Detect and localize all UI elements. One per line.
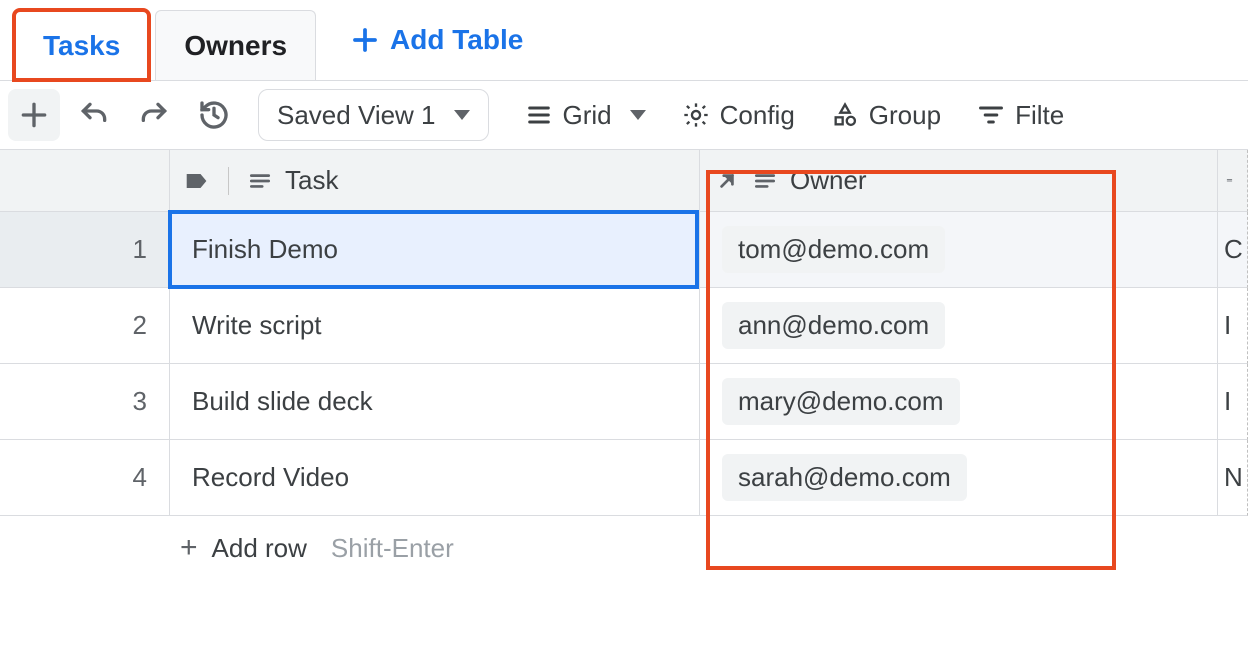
cell-task[interactable]: Build slide deck xyxy=(170,364,700,440)
gear-icon xyxy=(682,101,710,129)
list-icon xyxy=(525,101,553,129)
tab-owners-label: Owners xyxy=(184,30,287,62)
text-icon xyxy=(247,168,273,194)
arrow-out-icon xyxy=(714,168,740,194)
cell-trail[interactable]: C xyxy=(1218,212,1248,288)
filter-button[interactable]: Filte xyxy=(963,89,1078,141)
add-table-label: Add Table xyxy=(390,24,523,56)
group-button[interactable]: Group xyxy=(817,89,955,141)
row-number[interactable]: 1 xyxy=(0,212,170,288)
cell-trail[interactable]: I xyxy=(1218,364,1248,440)
plus-icon xyxy=(350,25,380,55)
tab-owners[interactable]: Owners xyxy=(155,10,316,80)
add-row-label: Add row xyxy=(212,533,307,564)
data-grid: Task Owner 1 Finish Demo tom@demo.com xyxy=(0,150,1248,516)
add-row-hint: Shift-Enter xyxy=(331,533,454,564)
tabs-bar: Tasks Owners Add Table xyxy=(0,0,1248,80)
add-row-button[interactable]: + Add row Shift-Enter xyxy=(0,516,1248,580)
view-type-label: Grid xyxy=(563,100,612,131)
owner-chip[interactable]: tom@demo.com xyxy=(722,226,945,273)
tab-tasks[interactable]: Tasks xyxy=(14,10,149,80)
group-icon xyxy=(831,101,859,129)
owner-chip[interactable]: mary@demo.com xyxy=(722,378,960,425)
config-button[interactable]: Config xyxy=(668,89,809,141)
column-header-owner[interactable]: Owner xyxy=(700,150,1218,212)
filter-icon xyxy=(977,101,1005,129)
cell-task[interactable]: Write script xyxy=(170,288,700,364)
cell-owner[interactable]: tom@demo.com xyxy=(700,212,1218,288)
column-header-more[interactable] xyxy=(1218,150,1248,212)
undo-button[interactable] xyxy=(68,89,120,141)
tab-tasks-label: Tasks xyxy=(43,30,120,62)
chevron-down-icon xyxy=(454,110,470,120)
toolbar-add-button[interactable] xyxy=(8,89,60,141)
add-table-button[interactable]: Add Table xyxy=(350,24,523,56)
history-icon xyxy=(198,99,230,131)
cell-owner[interactable]: mary@demo.com xyxy=(700,364,1218,440)
plus-icon: + xyxy=(180,531,198,565)
config-label: Config xyxy=(720,100,795,131)
text-icon xyxy=(1226,168,1233,194)
column-header-rownum[interactable] xyxy=(0,150,170,212)
text-icon xyxy=(752,168,778,194)
row-number[interactable]: 3 xyxy=(0,364,170,440)
filter-label: Filte xyxy=(1015,100,1064,131)
divider xyxy=(228,167,229,195)
redo-button[interactable] xyxy=(128,89,180,141)
group-label: Group xyxy=(869,100,941,131)
owner-chip[interactable]: sarah@demo.com xyxy=(722,454,967,501)
owner-chip[interactable]: ann@demo.com xyxy=(722,302,945,349)
view-type-dropdown[interactable]: Grid xyxy=(511,89,660,141)
saved-view-label: Saved View 1 xyxy=(277,100,436,131)
undo-icon xyxy=(78,99,110,131)
chevron-down-icon xyxy=(630,110,646,120)
history-button[interactable] xyxy=(188,89,240,141)
cell-trail[interactable]: N xyxy=(1218,440,1248,516)
row-number[interactable]: 4 xyxy=(0,440,170,516)
saved-view-dropdown[interactable]: Saved View 1 xyxy=(258,89,489,141)
cell-owner[interactable]: ann@demo.com xyxy=(700,288,1218,364)
cell-task[interactable]: Finish Demo xyxy=(170,212,700,288)
cell-owner[interactable]: sarah@demo.com xyxy=(700,440,1218,516)
column-header-task-label: Task xyxy=(285,165,338,196)
cell-trail[interactable]: I xyxy=(1218,288,1248,364)
toolbar: Saved View 1 Grid Config Group xyxy=(0,80,1248,150)
tag-icon xyxy=(184,168,210,194)
row-number[interactable]: 2 xyxy=(0,288,170,364)
plus-icon xyxy=(18,99,50,131)
cell-task[interactable]: Record Video xyxy=(170,440,700,516)
column-header-owner-label: Owner xyxy=(790,165,867,196)
column-header-task[interactable]: Task xyxy=(170,150,700,212)
redo-icon xyxy=(138,99,170,131)
